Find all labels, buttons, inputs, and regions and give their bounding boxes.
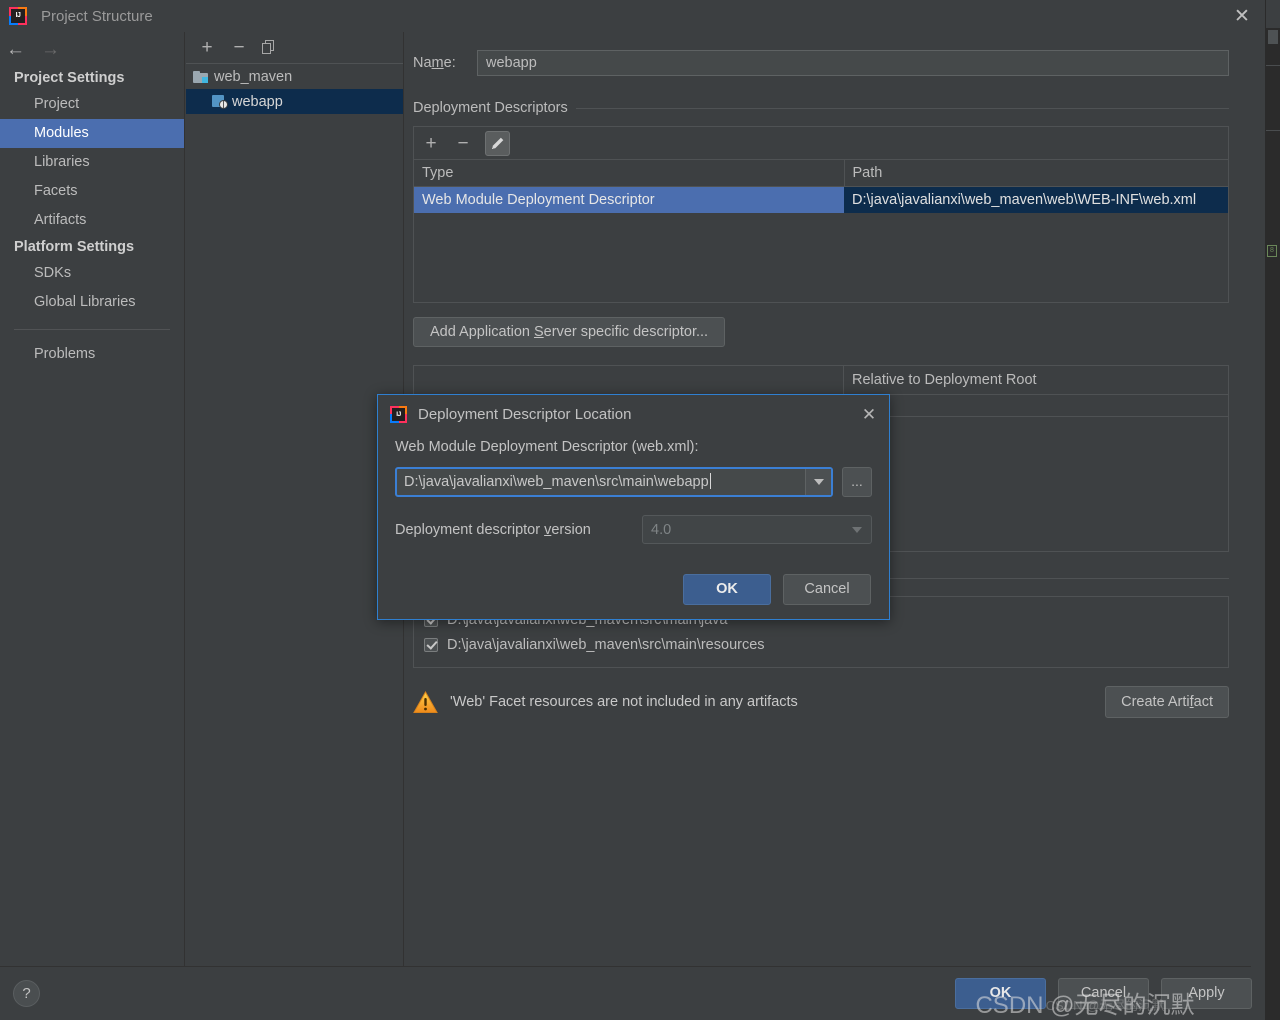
sidebar-item-global-libraries[interactable]: Global Libraries — [0, 288, 184, 317]
chevron-down-icon — [813, 479, 824, 485]
web-module-icon — [212, 95, 228, 109]
module-name-input[interactable]: webapp — [477, 50, 1229, 76]
deployment-descriptors-panel: + − Type Path Web Module Deployment Desc… — [413, 126, 1229, 303]
dialog-footer: ? OK Cancel Apply — [0, 966, 1252, 1020]
column-header-web-resource-directory[interactable] — [414, 366, 844, 394]
modal-title-text: Deployment Descriptor Location — [418, 405, 632, 423]
column-header-relative-to-deployment-root[interactable]: Relative to Deployment Root — [844, 367, 1228, 394]
table-header-row: Type Path — [414, 160, 1228, 187]
remove-module-button[interactable]: − — [230, 38, 248, 57]
intellij-logo-text: IJ — [11, 9, 25, 23]
descriptor-path-label: Web Module Deployment Descriptor (web.xm… — [395, 439, 699, 455]
table-empty-area — [414, 213, 1228, 302]
close-icon[interactable]: ✕ — [857, 403, 881, 427]
warning-triangle-icon — [413, 690, 438, 714]
modal-ok-button[interactable]: OK — [683, 574, 771, 605]
intellij-logo-icon: IJ — [9, 7, 27, 25]
modal-body: Web Module Deployment Descriptor (web.xm… — [378, 433, 889, 544]
source-root-checkbox[interactable] — [424, 637, 438, 652]
settings-sidebar: ← → Project Settings Project Modules Lib… — [0, 32, 185, 966]
forward-arrow-icon[interactable]: → — [41, 40, 60, 59]
sidebar-nav-arrows: ← → — [0, 32, 184, 66]
web-resource-header-row: Relative to Deployment Root — [414, 366, 1228, 395]
sidebar-item-sdks[interactable]: SDKs — [0, 259, 184, 288]
column-header-type[interactable]: Type — [414, 160, 845, 187]
remove-descriptor-button[interactable]: − — [453, 134, 473, 153]
modal-cancel-button[interactable]: Cancel — [783, 574, 871, 605]
modules-tree-panel: + − web_maven webapp — [186, 32, 404, 966]
deployment-descriptors-table: Type Path Web Module Deployment Descript… — [414, 160, 1228, 213]
close-icon[interactable]: ✕ — [1219, 0, 1265, 32]
sidebar-group-project-settings: Project Settings — [14, 70, 125, 86]
sidebar-group-platform-settings: Platform Settings — [14, 239, 135, 255]
tree-node-webapp[interactable]: webapp — [186, 89, 403, 114]
sidebar-item-project[interactable]: Project — [0, 90, 184, 119]
window-title: Project Structure — [41, 7, 153, 25]
facet-warning-text: 'Web' Facet resources are not included i… — [450, 694, 798, 710]
descriptor-version-row: Deployment descriptor version 4.0 — [395, 515, 872, 544]
create-artifact-button[interactable]: Create Artifact — [1105, 686, 1229, 718]
modules-tree-toolbar: + − — [186, 32, 403, 64]
cell-path: D:\java\javalianxi\web_maven\web\WEB-INF… — [844, 186, 1228, 213]
background-app-sliver: 8 — [1266, 0, 1280, 1020]
text-caret — [709, 473, 711, 489]
list-item[interactable]: D:\java\javalianxi\web_maven\src\main\re… — [414, 632, 1228, 657]
sidebar-item-libraries[interactable]: Libraries — [0, 148, 184, 177]
cell-type: Web Module Deployment Descriptor — [414, 186, 844, 213]
edit-descriptor-pencil-icon[interactable] — [485, 130, 510, 156]
folder-module-icon — [193, 70, 208, 83]
descriptor-path-row: D:\java\javalianxi\web_maven\src\main\we… — [395, 467, 872, 497]
ok-button[interactable]: OK — [955, 978, 1046, 1009]
sidebar-item-artifacts[interactable]: Artifacts — [0, 206, 184, 235]
tree-node-label: webapp — [232, 93, 283, 110]
descriptor-path-combobox[interactable]: D:\java\javalianxi\web_maven\src\main\we… — [395, 467, 833, 497]
modal-footer: OK Cancel — [683, 574, 871, 605]
cancel-button[interactable]: Cancel — [1058, 978, 1149, 1009]
apply-button[interactable]: Apply — [1161, 978, 1252, 1009]
column-header-path[interactable]: Path — [844, 160, 1228, 187]
background-badge: 8 — [1267, 245, 1277, 257]
modal-title-bar: IJ Deployment Descriptor Location ✕ — [378, 395, 889, 433]
deployment-descriptors-section-header: Deployment Descriptors — [413, 100, 1229, 116]
add-module-button[interactable]: + — [198, 38, 216, 57]
descriptor-path-dropdown-button[interactable] — [805, 469, 831, 495]
browse-button[interactable]: ... — [842, 467, 872, 497]
descriptor-version-select[interactable]: 4.0 — [642, 515, 872, 544]
title-bar: IJ Project Structure ✕ — [0, 0, 1265, 32]
descriptor-path-input[interactable]: D:\java\javalianxi\web_maven\src\main\we… — [397, 469, 805, 495]
deployment-descriptor-location-dialog: IJ Deployment Descriptor Location ✕ Web … — [377, 394, 890, 620]
intellij-logo-icon: IJ — [390, 405, 407, 423]
descriptor-version-value: 4.0 — [651, 521, 672, 538]
module-name-row: Name: webapp — [405, 32, 1251, 76]
sidebar-item-problems[interactable]: Problems — [0, 340, 184, 369]
deployment-descriptors-toolbar: + − — [414, 127, 1228, 160]
chevron-down-icon — [843, 526, 871, 533]
deployment-descriptors-title: Deployment Descriptors — [413, 100, 568, 116]
copy-module-icon[interactable] — [262, 39, 278, 56]
module-name-label: Name: — [413, 55, 456, 71]
sidebar-item-facets[interactable]: Facets — [0, 177, 184, 206]
source-root-path: D:\java\javalianxi\web_maven\src\main\re… — [447, 636, 765, 653]
help-button[interactable]: ? — [13, 980, 40, 1007]
tree-node-label: web_maven — [214, 68, 293, 85]
sidebar-divider — [14, 329, 170, 330]
back-arrow-icon[interactable]: ← — [6, 40, 25, 59]
section-divider — [575, 107, 1229, 109]
table-row[interactable]: Web Module Deployment Descriptor D:\java… — [414, 186, 1228, 213]
add-application-server-descriptor-button[interactable]: Add Application Server specific descript… — [413, 317, 726, 347]
facet-warning-row: 'Web' Facet resources are not included i… — [413, 682, 1229, 722]
intellij-logo-text: IJ — [392, 407, 405, 421]
tree-node-web_maven[interactable]: web_maven — [186, 64, 403, 89]
descriptor-version-label: Deployment descriptor version — [395, 521, 591, 538]
add-descriptor-button[interactable]: + — [421, 134, 441, 153]
sidebar-item-modules[interactable]: Modules — [0, 119, 184, 148]
